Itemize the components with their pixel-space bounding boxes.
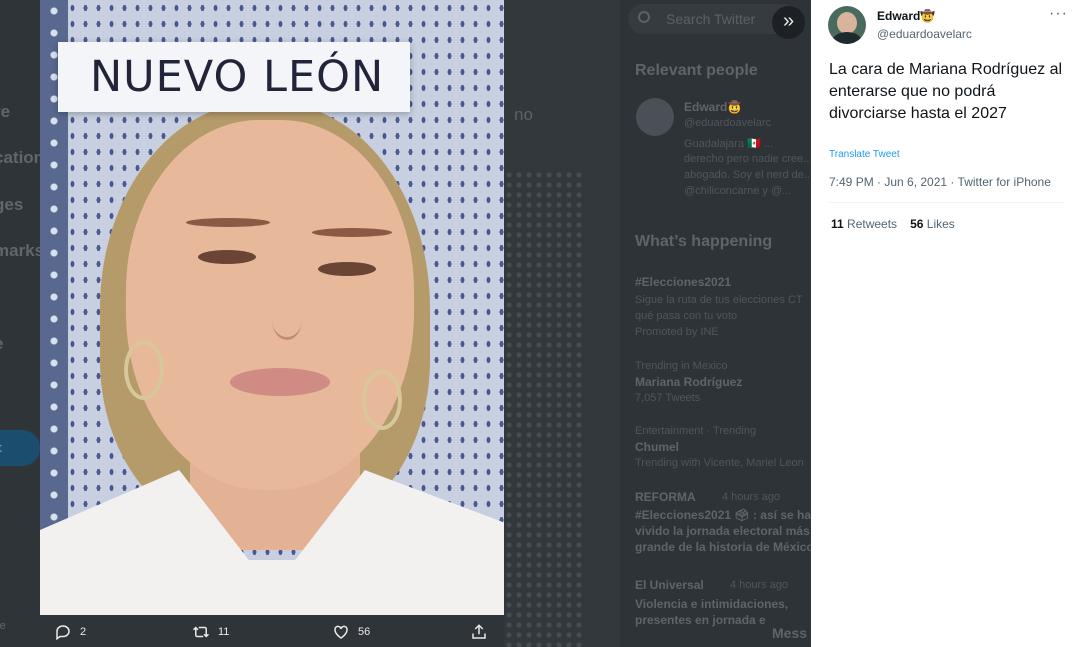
media-action-bar: 2 11 56 — [40, 615, 504, 647]
photo-lips — [230, 368, 330, 396]
reply-icon — [56, 625, 70, 641]
messages-drawer-label[interactable]: Mess — [772, 625, 807, 641]
background-partial-text: no — [514, 105, 533, 124]
tweet-timestamp[interactable]: 7:49 PM · Jun 6, 2021 · Twitter for iPho… — [829, 175, 1051, 189]
news-source: REFORMA — [635, 490, 696, 504]
news-time: 4 hours ago — [722, 491, 781, 503]
share-icon — [472, 624, 486, 639]
likes-stat[interactable]: 56 Likes — [910, 217, 955, 231]
photo-sign: NUEVO LEÓN — [58, 42, 410, 112]
expand-icon[interactable]: » — [772, 6, 805, 39]
nav-item-explore[interactable]: re — [0, 102, 10, 122]
news-headline[interactable]: Violencia e intimidaciones, presentes en… — [635, 596, 811, 628]
trend-title[interactable]: Chumel — [635, 440, 679, 454]
share-button[interactable] — [470, 623, 488, 641]
trend-context: Trending in Mexico — [635, 360, 728, 372]
relevant-user-bio-line: Guadalajara 🇲🇽 ... — [684, 138, 773, 150]
retweet-button[interactable]: 11 — [192, 623, 229, 641]
retweet-count: 11 — [218, 626, 230, 638]
retweets-count: 11 — [831, 217, 844, 231]
likes-label: Likes — [926, 217, 955, 231]
news-headline[interactable]: #Elecciones2021 🗳 : así se ha vivido la … — [635, 507, 815, 555]
author-handle[interactable]: @eduardoavelarc — [877, 27, 972, 41]
like-button[interactable]: 56 — [332, 623, 370, 641]
retweets-stat[interactable]: 11 Retweets — [831, 217, 897, 231]
photo-sign-text: NUEVO LEÓN — [90, 52, 385, 102]
trend-desc: Sigue la ruta de tus elecciones CT — [635, 294, 803, 306]
search-icon — [638, 11, 650, 23]
reply-count: 2 — [80, 626, 87, 638]
trend-promo: Promoted by INE — [635, 326, 719, 338]
heart-icon — [334, 625, 348, 639]
relevant-user-bio-line: @chiliconcarne y @... — [684, 185, 792, 197]
relevant-user-avatar[interactable] — [636, 98, 674, 136]
tweet-stats: 11 Retweets 56 Likes — [831, 217, 955, 231]
translate-tweet-link[interactable]: Translate Tweet — [829, 149, 900, 160]
retweet-icon — [192, 626, 210, 638]
relevant-user-bio-line: derecho pero nadie cree... — [684, 153, 813, 165]
trend-title[interactable]: Mariana Rodríguez — [635, 375, 742, 389]
relevant-user-handle: @eduardoavelarc — [684, 117, 771, 129]
relevant-user-bio-line: abogado. Soy el nerd de... — [684, 169, 814, 181]
search-input[interactable]: Search Twitter — [666, 11, 755, 27]
whats-happening-title: What’s happening — [635, 233, 773, 250]
trend-count: Trending with Vicente, Mariel Leon — [635, 457, 804, 469]
likes-count: 56 — [910, 217, 924, 231]
nav-item-messages[interactable]: ges — [0, 195, 23, 215]
tweet-photo[interactable]: NUEVO LEÓN — [40, 0, 504, 615]
like-count: 56 — [358, 626, 371, 638]
nav-item-bookmarks[interactable]: marks — [0, 241, 44, 261]
account-switcher[interactable]: re — [0, 620, 6, 632]
news-source: El Universal — [635, 578, 704, 592]
retweets-label: Retweets — [847, 217, 898, 231]
news-time: 4 hours ago — [730, 579, 789, 591]
author-avatar[interactable] — [828, 6, 866, 44]
reply-button[interactable]: 2 — [54, 623, 86, 641]
divider — [829, 202, 1064, 203]
relevant-people-title: Relevant people — [635, 62, 758, 79]
relevant-user-name[interactable]: Edward🤠 — [684, 100, 742, 114]
tweet-compose-button[interactable]: et — [0, 430, 40, 466]
more-options-icon[interactable]: ··· — [1049, 5, 1068, 23]
nav-item-more[interactable]: e — [0, 334, 3, 354]
tweet-detail-panel: Edward🤠 @eduardoavelarc ··· La cara de M… — [811, 0, 1079, 647]
tweet-text: La cara de Mariana Rodríguez al enterars… — [829, 61, 1063, 122]
photo-face — [126, 120, 414, 490]
trend-desc: qué pasa con tu voto — [635, 310, 738, 322]
trend-context: Entertainment · Trending — [635, 425, 757, 437]
trend-count: 7,057 Tweets — [635, 392, 701, 404]
background-timeline — [504, 0, 634, 647]
trend-title[interactable]: #Elecciones2021 — [635, 275, 731, 289]
author-name[interactable]: Edward🤠 — [877, 9, 935, 23]
